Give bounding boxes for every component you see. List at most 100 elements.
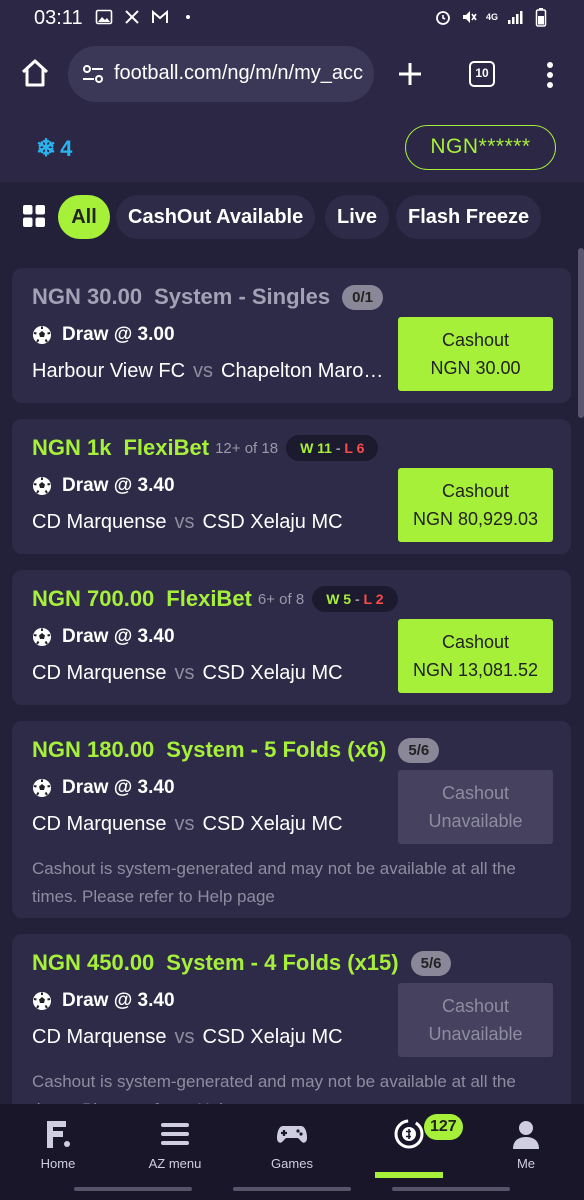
cashout-button[interactable]: Cashout NGN 30.00 (398, 317, 553, 391)
nav-home[interactable]: Home (0, 1104, 116, 1178)
bet-card[interactable]: NGN 450.00 System - 4 Folds (x15) 5/6 Dr… (12, 934, 571, 1104)
away-team: CSD Xelaju MC (202, 511, 343, 533)
nav-home-label: Home (40, 1156, 76, 1171)
status-time: 03:11 (34, 7, 83, 29)
browser-menu-icon[interactable] (538, 60, 562, 90)
nav-games[interactable]: Games (234, 1104, 350, 1178)
scrollbar-thumb[interactable] (578, 248, 584, 418)
tab-all[interactable]: All (58, 195, 110, 239)
tab-switcher-button[interactable]: 10 (469, 61, 495, 87)
legs-pill: 5/6 (398, 737, 440, 763)
vs-label: vs (174, 662, 195, 684)
cashout-button[interactable]: Cashout NGN 80,929.03 (398, 468, 553, 542)
football-icon (33, 326, 51, 344)
nav-me-label: Me (516, 1156, 536, 1171)
bet-card[interactable]: NGN 700.00 FlexiBet 6+ of 8 W 5 - L 2 Dr… (12, 570, 571, 705)
stake-amount: NGN 30.00 (32, 284, 143, 309)
home-team: CD Marquense (32, 813, 167, 835)
wins-count: W 5 (326, 591, 352, 607)
match-teams: Harbour View FC vs Chapelton Maroons (32, 360, 394, 383)
x-logo-icon (123, 8, 141, 26)
tab-live[interactable]: Live (325, 195, 390, 239)
selection-row: Draw @ 3.00 (32, 324, 175, 346)
losses-count: L 6 (344, 440, 365, 456)
signal-icon (506, 8, 524, 26)
stake-amount: NGN 1k (32, 435, 112, 460)
selection-odds: Draw @ 3.40 (62, 777, 175, 798)
wins-count: W 11 (300, 440, 332, 456)
home-team: Harbour View FC (32, 360, 186, 382)
selection-row: Draw @ 3.40 (32, 626, 175, 648)
bet-card[interactable]: NGN 1k FlexiBet 12+ of 18 W 11 - L 6 Dra… (12, 419, 571, 554)
vs-label: vs (174, 511, 195, 533)
cashout-label: Cashout (441, 481, 510, 501)
vs-label: vs (174, 813, 195, 835)
bottom-nav: Home AZ menu Games Me (0, 1104, 584, 1178)
address-bar[interactable]: football.com/ng/m/n/my_acco (68, 46, 374, 102)
football-icon (33, 779, 51, 797)
selection-odds: Draw @ 3.40 (62, 990, 175, 1011)
cashout-label: Cashout (441, 632, 510, 652)
grid-view-icon[interactable] (23, 205, 45, 227)
bets-list: NGN 30.00 System - Singles 0/1 Draw @ 3.… (0, 248, 584, 1104)
site-settings-icon[interactable] (82, 64, 104, 84)
selection-odds: Draw @ 3.40 (62, 475, 175, 496)
nav-me[interactable]: Me (468, 1104, 584, 1178)
stake-amount: NGN 450.00 (32, 950, 155, 975)
status-bar: 03:11 4G (0, 0, 584, 36)
legs-pill: 0/1 (342, 284, 383, 310)
selection-row: Draw @ 3.40 (32, 777, 175, 799)
bet-header: NGN 180.00 System - 5 Folds (x6) 5/6 (32, 737, 440, 763)
notification-icons (95, 8, 197, 26)
vs-label: vs (174, 1026, 195, 1048)
selection-row: Draw @ 3.40 (32, 990, 175, 1012)
gamepad-icon (277, 1126, 307, 1143)
flexibet-requirement: 6+ of 8 (257, 590, 305, 608)
bet-type: System - 4 Folds (x15) (166, 950, 399, 975)
bet-type: System - 5 Folds (x6) (166, 737, 387, 762)
bet-type: FlexiBet (123, 435, 210, 460)
bet-header: NGN 1k FlexiBet 12+ of 18 W 11 - L 6 (32, 435, 379, 461)
dot-icon (179, 8, 197, 26)
bet-header: NGN 450.00 System - 4 Folds (x15) 5/6 (32, 950, 452, 976)
cashout-label: Cashout (441, 783, 510, 803)
tab-cashout-available[interactable]: CashOut Available (116, 195, 316, 239)
match-teams: CD Marquense vs CSD Xelaju MC (32, 662, 394, 685)
match-teams: CD Marquense vs CSD Xelaju MC (32, 511, 394, 534)
cashout-label: Cashout (441, 330, 510, 350)
new-tab-plus-icon[interactable] (396, 60, 424, 88)
nav-az-menu-label: AZ menu (148, 1156, 202, 1171)
network-type-label: 4G (485, 11, 498, 22)
home-team: CD Marquense (32, 1026, 167, 1048)
match-teams: CD Marquense vs CSD Xelaju MC (32, 1026, 394, 1049)
away-team: CSD Xelaju MC (202, 813, 343, 835)
bet-card[interactable]: NGN 30.00 System - Singles 0/1 Draw @ 3.… (12, 268, 571, 403)
bet-card[interactable]: NGN 180.00 System - 5 Folds (x6) 5/6 Dra… (12, 721, 571, 918)
football-icon (33, 992, 51, 1010)
away-team: CSD Xelaju MC (202, 662, 343, 684)
open-bets-count-badge: 127 (424, 1114, 463, 1140)
user-icon (513, 1121, 539, 1149)
cashout-status: Unavailable (428, 811, 523, 831)
system-icons: 4G (434, 8, 550, 27)
app-header: ❄ 4 NGN****** (0, 112, 584, 182)
home-team: CD Marquense (32, 662, 167, 684)
nav-az-menu[interactable]: AZ menu (117, 1104, 233, 1178)
football-logo-icon (47, 1121, 70, 1148)
stake-amount: NGN 180.00 (32, 737, 155, 762)
balance-button[interactable]: NGN****** (405, 125, 556, 170)
football-icon (33, 477, 51, 495)
flash-freeze-counter[interactable]: ❄ 4 (36, 134, 72, 163)
menu-icon (161, 1123, 189, 1145)
bet-header: NGN 30.00 System - Singles 0/1 (32, 284, 383, 310)
cashout-button[interactable]: Cashout NGN 13,081.52 (398, 619, 553, 693)
battery-icon (532, 8, 550, 27)
home-icon[interactable] (18, 56, 52, 90)
tab-flash-freeze[interactable]: Flash Freeze (396, 195, 542, 239)
home-team: CD Marquense (32, 511, 167, 533)
gesture-pill (392, 1187, 510, 1191)
losses-count: L 2 (363, 591, 384, 607)
cashout-button-disabled: Cashout Unavailable (398, 770, 553, 844)
match-teams: CD Marquense vs CSD Xelaju MC (32, 813, 394, 836)
mute-icon (460, 8, 478, 26)
